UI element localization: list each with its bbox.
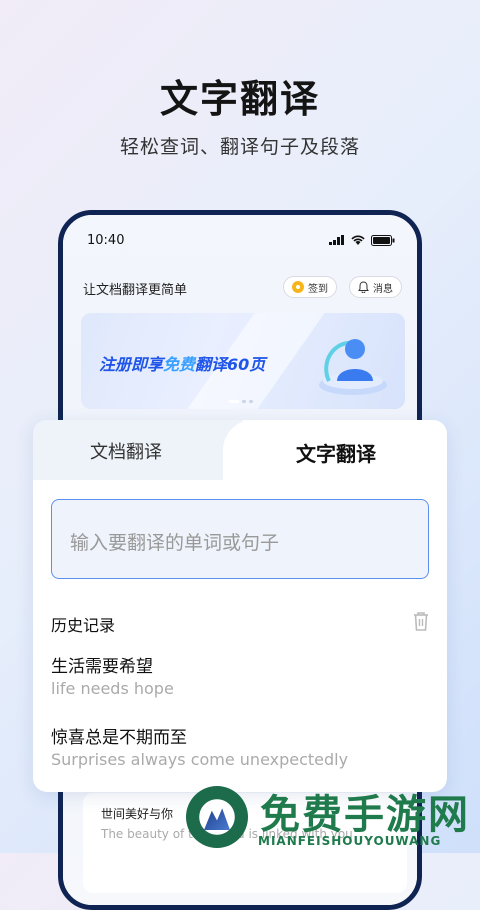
history-title: 历史记录 <box>51 616 116 635</box>
watermark-cn: 免费手游网 <box>260 792 470 838</box>
status-bar: 10:40 <box>87 231 395 249</box>
watermark: 免费手游网 MIANFEISHOUYOUWANG <box>180 778 480 853</box>
history-item-cn[interactable]: 惊喜总是不期而至 <box>51 723 187 748</box>
history-item-en: life needs hope <box>51 679 174 698</box>
translate-card: 文档翻译 文字翻译 输入要翻译的单词或句子 历史记录 生活需要希望 life n… <box>33 420 447 792</box>
translate-input[interactable]: 输入要翻译的单词或句子 <box>51 499 429 579</box>
tab-document-translate[interactable]: 文档翻译 <box>90 438 162 464</box>
banner-text: 注册即享免费翻译60页 <box>99 355 266 374</box>
watermark-en: MIANFEISHOUYOUWANG <box>258 834 442 848</box>
history-item-en: Surprises always come unexpectedly <box>51 750 349 769</box>
history-item-cn[interactable]: 生活需要希望 <box>51 652 153 677</box>
message-label: 消息 <box>373 283 393 295</box>
watermark-logo-icon <box>186 786 248 848</box>
app-title: 让文档翻译更简单 <box>83 283 188 298</box>
hero-title: 文字翻译 <box>159 77 320 121</box>
banner-pagination <box>229 400 253 403</box>
signin-label: 签到 <box>308 283 328 295</box>
signin-button[interactable]: 签到 <box>283 276 337 298</box>
wifi-icon <box>351 235 365 245</box>
signal-icon <box>329 235 344 245</box>
battery-icon <box>371 234 395 246</box>
user-3d-icon <box>319 339 387 395</box>
bg-item-cn: 世间美好与你 <box>101 807 174 821</box>
tab-text-translate[interactable]: 文字翻译 <box>296 438 376 467</box>
trash-icon[interactable] <box>411 610 431 632</box>
promo-banner[interactable]: 注册即享免费翻译60页 <box>81 313 405 409</box>
bell-icon <box>358 281 369 293</box>
message-button[interactable]: 消息 <box>349 276 402 298</box>
status-time: 10:40 <box>87 232 125 248</box>
coin-icon <box>292 281 304 293</box>
hero-subtitle: 轻松查词、翻译句子及段落 <box>119 136 360 158</box>
